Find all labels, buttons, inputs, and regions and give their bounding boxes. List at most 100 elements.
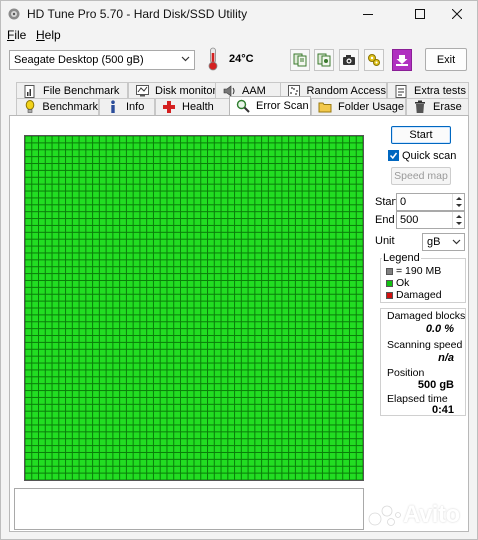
- scan-block: [322, 157, 329, 164]
- scan-block: [343, 212, 349, 219]
- scan-block: [133, 466, 140, 473]
- scan-block: [99, 225, 106, 232]
- tab-health[interactable]: Health: [155, 98, 231, 115]
- copy-all-button[interactable]: [314, 49, 334, 71]
- scan-block: [282, 198, 289, 205]
- scan-block: [241, 370, 248, 377]
- scan-block: [167, 219, 174, 225]
- scan-block: [59, 370, 66, 377]
- scan-block: [208, 397, 214, 404]
- scan-block: [126, 191, 133, 198]
- scan-block: [268, 294, 275, 301]
- scan-block: [187, 315, 194, 322]
- scan-block: [343, 260, 349, 267]
- scan-block: [336, 164, 343, 170]
- scan-block: [180, 280, 187, 287]
- scan-block: [167, 164, 174, 170]
- scan-block: [329, 418, 336, 425]
- scan-block: [147, 397, 153, 404]
- scan-block: [187, 329, 194, 336]
- tab-folder-usage[interactable]: Folder Usage: [311, 98, 406, 115]
- scan-block: [322, 391, 329, 397]
- scan-block: [349, 198, 356, 205]
- scan-block: [93, 164, 99, 170]
- download-button[interactable]: [392, 49, 412, 71]
- tab-file-benchmark[interactable]: File Benchmark: [16, 82, 128, 99]
- drive-select[interactable]: Seagate Desktop (500 gB): [9, 50, 195, 70]
- quick-scan-checkbox[interactable]: [388, 150, 399, 161]
- scan-block: [316, 411, 322, 418]
- scan-block: [309, 322, 316, 329]
- tab-extra-tests[interactable]: Extra tests: [387, 82, 469, 99]
- scan-block: [316, 150, 322, 157]
- scan-block: [201, 349, 208, 356]
- scan-block: [349, 150, 356, 157]
- scan-block: [25, 370, 32, 377]
- tab-info[interactable]: Info: [99, 98, 155, 115]
- scan-block: [248, 177, 255, 184]
- exit-button[interactable]: Exit: [425, 48, 467, 71]
- scan-block: [275, 274, 282, 280]
- options-button[interactable]: [364, 49, 384, 71]
- scan-block: [32, 212, 39, 219]
- scan-block: [262, 267, 268, 274]
- scan-block: [106, 232, 113, 239]
- screenshot-button[interactable]: [339, 49, 359, 71]
- scan-block: [153, 336, 160, 342]
- scan-block: [329, 212, 336, 219]
- scan-block: [241, 274, 248, 280]
- scan-block: [336, 418, 343, 425]
- scan-block: [282, 219, 289, 225]
- options-icon: [368, 54, 380, 66]
- scan-block: [174, 336, 180, 342]
- scan-block: [349, 397, 356, 404]
- scan-block: [289, 459, 295, 466]
- scan-block: [32, 329, 39, 336]
- unit-select[interactable]: gB: [422, 233, 465, 251]
- start-button[interactable]: Start: [391, 126, 451, 144]
- scan-block: [174, 253, 180, 260]
- tab-disk-monitor[interactable]: Disk monitor: [128, 82, 225, 99]
- end-spinbox[interactable]: 500: [396, 211, 465, 229]
- start-spinbox[interactable]: 0: [396, 193, 465, 211]
- scan-block: [282, 418, 289, 425]
- scan-block: [93, 336, 99, 342]
- scan-block: [99, 439, 106, 446]
- scan-block: [329, 205, 336, 212]
- scan-block: [160, 418, 167, 425]
- scan-block: [241, 294, 248, 301]
- menu-file[interactable]: File: [7, 28, 26, 42]
- scan-block: [194, 473, 201, 480]
- scan-block: [228, 260, 235, 267]
- speed-map-button[interactable]: Speed map: [391, 167, 451, 185]
- scan-block: [356, 212, 363, 219]
- tab-erase[interactable]: Erase: [406, 98, 469, 115]
- scan-block: [289, 164, 295, 170]
- scan-block: [93, 466, 99, 473]
- scan-block: [228, 184, 235, 191]
- copy-info-button[interactable]: [290, 49, 310, 71]
- tab-benchmark[interactable]: Benchmark: [16, 98, 99, 115]
- scan-block: [120, 452, 126, 459]
- scan-block: [39, 170, 45, 177]
- scan-block: [113, 452, 120, 459]
- close-button[interactable]: [435, 1, 478, 27]
- scan-block: [113, 267, 120, 274]
- spin-arrows-icon[interactable]: [452, 194, 464, 210]
- menu-help[interactable]: Help: [36, 28, 61, 42]
- scan-block: [180, 452, 187, 459]
- scan-block: [133, 370, 140, 377]
- scan-block: [59, 260, 66, 267]
- scan-block: [153, 212, 160, 219]
- minimize-button[interactable]: [346, 1, 390, 27]
- scan-block: [147, 239, 153, 246]
- scan-block: [309, 198, 316, 205]
- tab-error-scan[interactable]: Error Scan: [229, 96, 311, 115]
- scan-block: [140, 301, 147, 308]
- scan-block: [248, 404, 255, 411]
- scan-block: [93, 198, 99, 205]
- scan-block: [228, 225, 235, 232]
- spin-arrows-icon[interactable]: [452, 212, 464, 228]
- scan-block: [32, 356, 39, 363]
- scan-block: [262, 157, 268, 164]
